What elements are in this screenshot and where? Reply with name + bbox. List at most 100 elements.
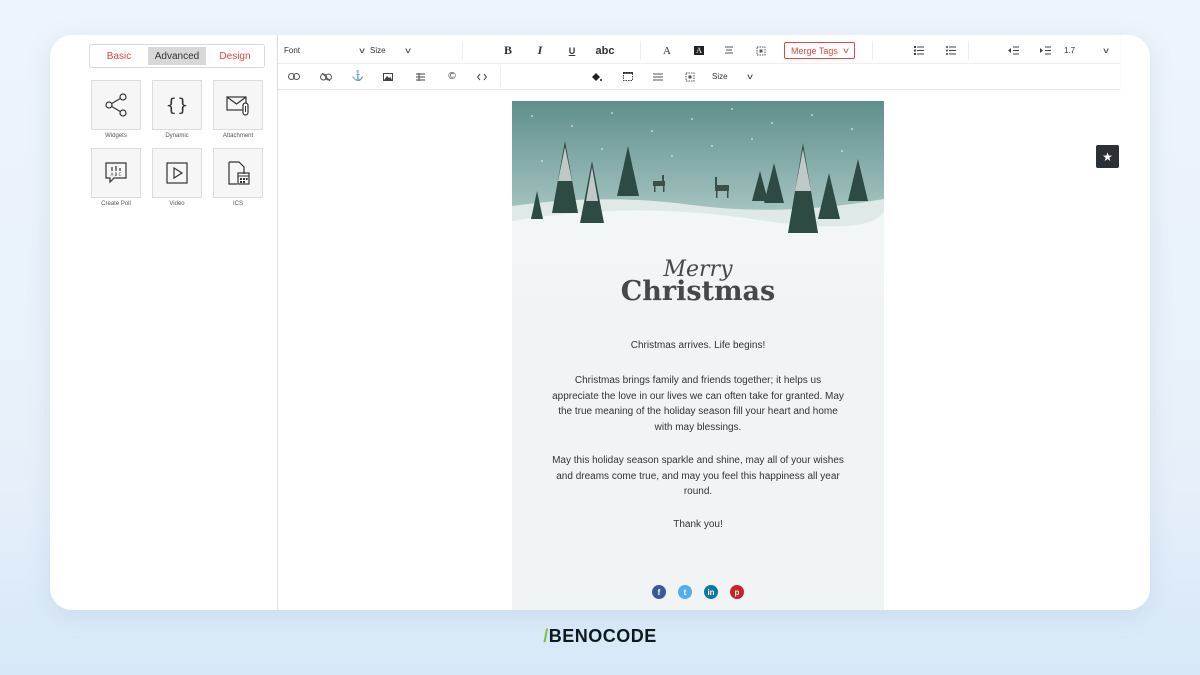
table-button[interactable] (410, 63, 430, 90)
toolbar-row-2: ⚓ © Size v (278, 63, 1120, 90)
merge-tags-dropdown[interactable]: Merge Tags v (784, 42, 855, 59)
tab-design[interactable]: Design (206, 45, 264, 67)
align-button[interactable] (720, 37, 738, 64)
widget-widgets[interactable]: Widgets (91, 80, 141, 143)
merge-tags-label: Merge Tags (791, 45, 838, 56)
greeting-title: Christmas (620, 276, 776, 307)
strikethrough-button[interactable]: abc (590, 37, 620, 64)
share-icon (91, 80, 141, 130)
chevron-down-icon: v (843, 46, 849, 55)
link-icon (288, 73, 300, 80)
email-paragraph-3: May this holiday season sparkle and shin… (552, 455, 844, 497)
widget-label: Dynamic (165, 133, 189, 139)
left-panel: Basic Advanced Design Widgets {} Dynamic (50, 35, 278, 610)
widget-video[interactable]: Video (152, 148, 202, 211)
align-icon (725, 46, 733, 54)
divider (872, 41, 873, 60)
chevron-down-icon: v (1103, 46, 1109, 55)
chevron-down-icon: v (405, 46, 411, 55)
bold-button[interactable]: B (498, 37, 518, 64)
twitter-glyph: t (683, 587, 687, 597)
divider (968, 41, 969, 60)
select-block-button[interactable] (680, 63, 700, 90)
star-icon: ★ (1102, 149, 1113, 164)
ordered-list-button[interactable] (910, 37, 928, 64)
widget-dynamic[interactable]: {} Dynamic (152, 80, 202, 143)
size-select[interactable]: Size v (370, 37, 411, 64)
copyright-icon: © (448, 71, 456, 82)
divider (500, 67, 501, 86)
font-color-button[interactable]: A (658, 37, 676, 64)
chevron-down-icon: v (359, 46, 365, 55)
link-button[interactable] (284, 63, 304, 90)
bullet-list-button[interactable] (942, 37, 960, 64)
widget-label: Video (169, 201, 185, 207)
select-all-icon (685, 72, 695, 81)
widget-attachment[interactable]: Attachment (213, 80, 263, 143)
linkedin-icon[interactable]: in (704, 585, 718, 599)
widget-ics[interactable]: ICS (213, 148, 263, 211)
format-toolbar: Font v Size v B I U abc A A Merge Tags v… (278, 35, 1120, 90)
unlink-icon (320, 72, 332, 81)
email-paragraph-2: Christmas brings family and friends toge… (552, 375, 844, 433)
italic-button[interactable]: I (530, 37, 550, 64)
bg-color-button[interactable]: A (690, 37, 708, 64)
paint-bucket-icon (591, 72, 602, 81)
tab-advanced[interactable]: Advanced (148, 47, 206, 65)
anchor-icon: ⚓ (351, 71, 365, 82)
size-select-2[interactable]: Size v (712, 63, 753, 90)
svg-text:A B C: A B C (111, 172, 122, 177)
code-icon (477, 73, 487, 80)
image-button[interactable] (378, 63, 398, 90)
svg-text:{}: {} (166, 95, 189, 116)
braces-icon: {} (152, 80, 202, 130)
facebook-icon[interactable]: f (652, 585, 666, 599)
toolbar-row-1: Font v Size v B I U abc A A Merge Tags v… (278, 37, 1120, 64)
fill-color-button[interactable] (586, 63, 606, 90)
divider (462, 41, 463, 60)
email-paragraph-4: Thank you! (673, 519, 723, 530)
font-select-label: Font (284, 46, 301, 55)
poll-icon: A B C (91, 148, 141, 198)
special-char-button[interactable]: © (442, 63, 462, 90)
unlink-button[interactable] (316, 63, 336, 90)
select-all-button[interactable] (752, 37, 770, 64)
border-button[interactable] (618, 63, 638, 90)
email-preview[interactable]: Merry Christmas Christmas arrives. Life … (512, 101, 884, 610)
size-select-label: Size (712, 72, 728, 81)
divider-button[interactable] (648, 63, 668, 90)
editor-window: Basic Advanced Design Widgets {} Dynamic (50, 35, 1150, 610)
indent-icon (1039, 46, 1051, 55)
chevron-down-icon: v (747, 72, 753, 81)
pinterest-icon[interactable]: p (730, 585, 744, 599)
anchor-button[interactable]: ⚓ (348, 63, 368, 90)
widget-label: ICS (232, 201, 243, 207)
underline-button[interactable]: U (562, 37, 582, 64)
source-code-button[interactable] (472, 63, 492, 90)
font-select[interactable]: Font v (284, 37, 365, 64)
widget-grid: Widgets {} Dynamic Attachment A B C Crea… (91, 80, 266, 211)
widget-create-poll[interactable]: A B C Create Poll (91, 148, 141, 211)
line-height-select[interactable]: 1.7 v (1064, 37, 1109, 64)
indent-button[interactable] (1036, 37, 1054, 64)
pinterest-glyph: p (734, 587, 740, 597)
widget-label: Widgets (105, 133, 127, 139)
outdent-button[interactable] (1004, 37, 1022, 64)
divider (640, 41, 641, 60)
table-icon (415, 72, 425, 81)
highlight-icon: A (694, 46, 704, 55)
favorite-button[interactable]: ★ (1096, 145, 1119, 168)
tab-basic[interactable]: Basic (90, 45, 148, 67)
calendar-file-icon (213, 148, 263, 198)
ordered-list-icon (914, 46, 924, 55)
horizontal-lines-icon (653, 73, 663, 80)
line-height-value: 1.7 (1064, 46, 1076, 55)
editor-canvas: Merry Christmas Christmas arrives. Life … (278, 90, 1150, 610)
image-icon (383, 72, 393, 81)
panel-tabs: Basic Advanced Design (89, 44, 265, 68)
brand-logo: /BENOCODE (0, 626, 1200, 647)
twitter-icon[interactable]: t (678, 585, 692, 599)
linkedin-glyph: in (707, 587, 715, 597)
email-paragraph-1: Christmas arrives. Life begins! (630, 340, 766, 351)
facebook-glyph: f (657, 587, 661, 597)
